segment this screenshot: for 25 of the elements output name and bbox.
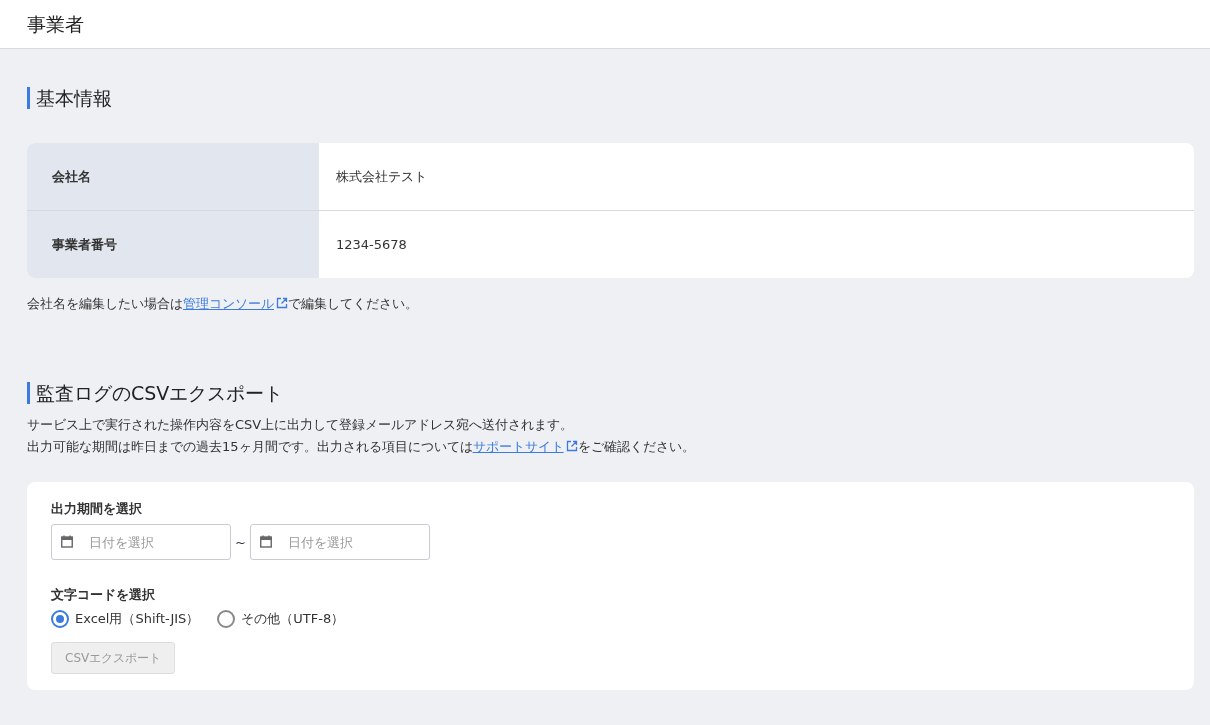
note-text: 会社名を編集したい場合は管理コンソール で編集してください。 — [27, 295, 419, 313]
row-label: 事業者番号 — [52, 235, 117, 254]
page-title: 事業者 — [26, 12, 84, 37]
console-link[interactable]: 管理コンソール — [183, 296, 288, 311]
row-value: 1234-5678 — [336, 237, 407, 252]
date-field[interactable]: 日付を選択 — [51, 524, 231, 560]
radio-button[interactable] — [51, 610, 69, 628]
radio-option[interactable]: Excel用（Shift-JIS） — [51, 610, 200, 628]
description-text: サービス上で実行された操作内容をCSV上に出力して登録メールアドレス宛へ送付されます。 — [27, 416, 575, 434]
radio-button[interactable] — [217, 610, 236, 628]
external-link-icon — [565, 440, 578, 452]
section-title: 監査ログのCSVエクスポート — [27, 382, 284, 404]
row-label: 会社名 — [52, 167, 91, 186]
row-value: 株式会社テスト — [336, 167, 427, 186]
field-label: 出力期間を選択 — [51, 500, 142, 518]
note-text: 出力可能な期間は昨日までの過去15ヶ月間です。出力される項目についてはサポートサイト をご確認ください。 — [27, 438, 696, 456]
field-label: 文字コードを選択 — [51, 586, 155, 604]
radio-option[interactable]: その他（UTF-8） — [217, 610, 345, 628]
calendar-icon — [259, 535, 272, 548]
range-separator: ~ — [235, 534, 246, 550]
date-field[interactable]: 日付を選択 — [249, 524, 430, 560]
support-link[interactable]: サポートサイト — [472, 439, 578, 454]
external-link-icon — [276, 297, 288, 309]
section-title: 基本情報 — [27, 87, 112, 109]
calendar-icon — [61, 535, 73, 548]
